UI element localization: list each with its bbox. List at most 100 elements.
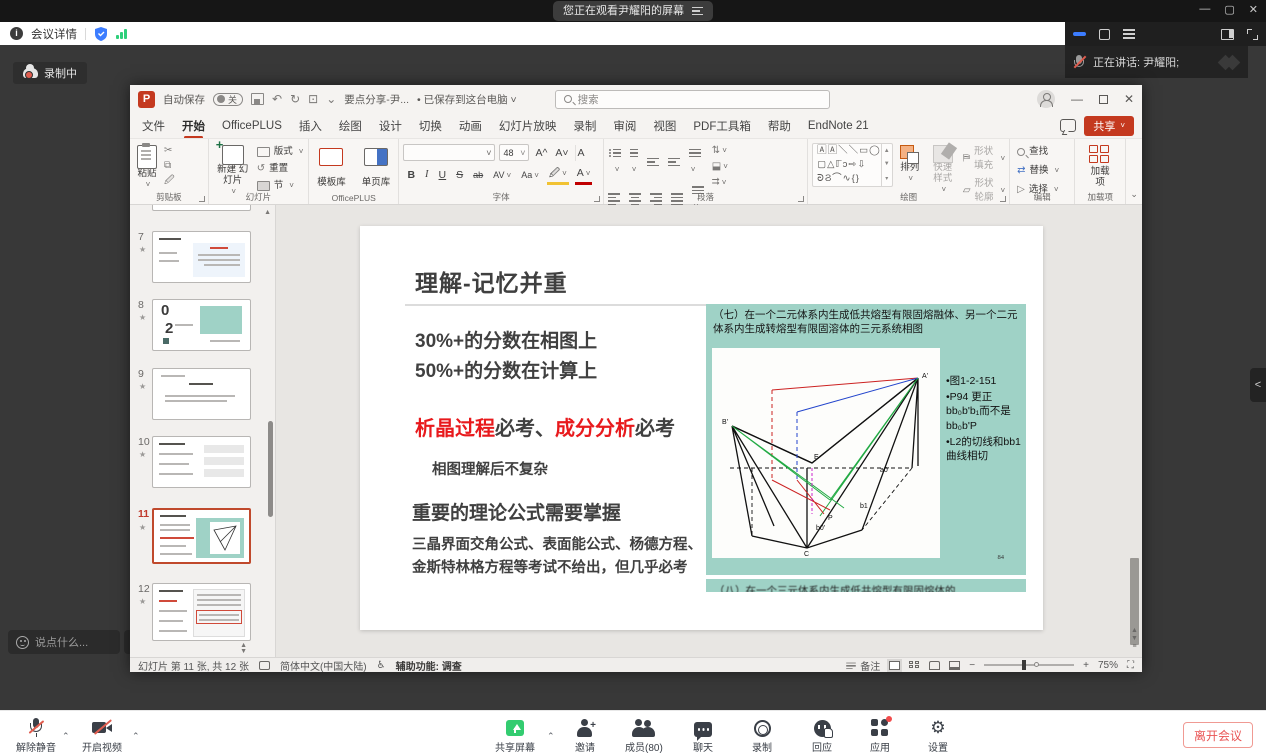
- underline-button[interactable]: U: [437, 167, 449, 183]
- text-direction-icon[interactable]: ⇅: [712, 145, 728, 157]
- chat-button[interactable]: 聊天: [693, 717, 713, 754]
- tab-pdftools[interactable]: PDF工具箱: [693, 118, 751, 134]
- undo-icon[interactable]: ↶: [272, 92, 282, 106]
- minimize-icon[interactable]: —: [1199, 3, 1210, 16]
- drawing-dialog-launcher-icon[interactable]: [1000, 196, 1006, 202]
- slide-12-thumbnail[interactable]: [152, 583, 251, 641]
- arrange-button[interactable]: 排列: [897, 143, 923, 185]
- emoji-icon[interactable]: [16, 636, 29, 649]
- font-dialog-launcher-icon[interactable]: [594, 196, 600, 202]
- watching-screen-pill[interactable]: 您正在观看尹耀阳的屏幕: [553, 1, 713, 21]
- fit-to-window-icon[interactable]: ⛶: [1127, 660, 1134, 671]
- tab-file[interactable]: 文件: [142, 118, 165, 134]
- maximize-icon[interactable]: ▢: [1224, 3, 1234, 16]
- redo-icon[interactable]: ↻: [290, 92, 300, 106]
- active-speaker-panel[interactable]: 正在讲话: 尹耀阳;: [1065, 46, 1248, 78]
- share-screen-button[interactable]: 共享屏幕 ⌃: [495, 717, 535, 754]
- bullets-button[interactable]: [608, 145, 621, 177]
- addins-button[interactable]: 加载项: [1086, 143, 1114, 191]
- clear-formatting-button[interactable]: A: [575, 145, 587, 161]
- bold-button[interactable]: B: [405, 167, 417, 183]
- slide-7-thumbnail[interactable]: [152, 231, 251, 283]
- shapes-scroll-up-icon[interactable]: ▲: [884, 148, 890, 154]
- shape-fill-button[interactable]: ⛿形状填充: [963, 145, 1005, 173]
- layout-icon[interactable]: [1099, 29, 1110, 40]
- members-button[interactable]: 成员(80): [625, 717, 663, 754]
- tab-draw[interactable]: 绘图: [339, 118, 362, 134]
- strikethrough-button[interactable]: S: [454, 167, 465, 183]
- character-spacing-button[interactable]: AV: [491, 167, 513, 184]
- current-slide[interactable]: 理解-记忆并重 30%+的分数在相图上 50%+的分数在计算上 析晶过程必考、成…: [360, 226, 1043, 630]
- cut-icon[interactable]: ✂: [164, 145, 175, 157]
- accessibility-status[interactable]: 辅助功能: 调查: [396, 658, 462, 673]
- accessibility-checker-icon[interactable]: [259, 661, 270, 670]
- zoom-slider[interactable]: [984, 664, 1074, 666]
- document-title[interactable]: 要点分享-尹...: [344, 92, 409, 107]
- clipboard-dialog-launcher-icon[interactable]: [199, 196, 205, 202]
- panel-collapse-tab[interactable]: <: [1250, 368, 1266, 402]
- slideshow-view-icon[interactable]: [949, 661, 960, 670]
- thumb-scroll-up-icon[interactable]: ▲: [264, 209, 271, 216]
- copy-icon[interactable]: ⧉: [164, 160, 175, 172]
- tab-transitions[interactable]: 切换: [419, 118, 442, 134]
- paragraph-dialog-launcher-icon[interactable]: [798, 196, 804, 202]
- start-video-button[interactable]: 开启视频 ⌃: [82, 717, 122, 754]
- tab-insert[interactable]: 插入: [299, 118, 322, 134]
- shapes-more-icon[interactable]: ▾: [885, 175, 888, 182]
- tab-home[interactable]: 开始: [182, 118, 205, 134]
- template-library-button[interactable]: 模板库: [314, 146, 349, 191]
- format-painter-icon[interactable]: 🖉: [164, 175, 175, 187]
- mic-options-caret[interactable]: ⌃: [62, 731, 70, 742]
- replace-button[interactable]: ⇄替换: [1017, 164, 1070, 178]
- menu-icon[interactable]: [692, 7, 703, 15]
- slide-9-thumbnail[interactable]: [152, 368, 251, 420]
- tab-design[interactable]: 设计: [379, 118, 402, 134]
- reset-button[interactable]: ↺重置: [257, 162, 304, 176]
- leave-meeting-button[interactable]: 离开会议: [1183, 722, 1253, 748]
- saved-status[interactable]: • 已保存到这台电脑 ˅: [417, 92, 517, 107]
- slide-11-thumbnail-selected[interactable]: [152, 508, 251, 564]
- reactions-button[interactable]: 回应: [812, 717, 832, 754]
- share-options-caret[interactable]: ⌃: [547, 731, 555, 742]
- tab-review[interactable]: 审阅: [613, 118, 636, 134]
- unmute-button[interactable]: 解除静音 ⌃: [16, 717, 56, 754]
- apps-button[interactable]: 应用: [870, 717, 890, 754]
- tab-slideshow[interactable]: 幻灯片放映: [499, 118, 557, 134]
- quick-styles-button[interactable]: 快速样式: [927, 143, 959, 196]
- slide-sorter-view-icon[interactable]: [909, 661, 920, 670]
- network-signal-icon[interactable]: [116, 28, 127, 39]
- font-name-select[interactable]: ˅: [403, 144, 495, 161]
- slideshow-from-start-icon[interactable]: ⊡: [308, 92, 318, 106]
- autosave-toggle[interactable]: 关: [213, 93, 243, 106]
- tab-record[interactable]: 录制: [573, 118, 596, 134]
- italic-button[interactable]: I: [423, 167, 431, 183]
- strike-ab-button[interactable]: ab: [471, 167, 485, 183]
- thumbnail-scrollbar[interactable]: [268, 421, 273, 517]
- decrease-indent-button[interactable]: [647, 154, 659, 168]
- grow-font-button[interactable]: A^: [533, 145, 549, 161]
- shapes-row-3[interactable]: ᘐϨ⌒∿{}: [817, 172, 881, 186]
- font-color-button[interactable]: A: [575, 165, 593, 185]
- thumb-scroll-arrows[interactable]: ▲▼: [240, 643, 247, 655]
- increase-indent-button[interactable]: [668, 154, 680, 168]
- tab-view[interactable]: 视图: [653, 118, 676, 134]
- shrink-font-button[interactable]: A˅: [553, 145, 570, 161]
- shapes-row-2[interactable]: ▢△ℾↄ⇨⇩: [817, 158, 881, 172]
- shapes-row-1[interactable]: 🄰🄰＼＼▭◯: [817, 144, 881, 158]
- find-button[interactable]: 查找: [1017, 145, 1070, 159]
- ppt-close-icon[interactable]: ✕: [1124, 92, 1134, 106]
- change-case-button[interactable]: Aa: [519, 167, 541, 184]
- camera-options-caret[interactable]: ⌃: [132, 731, 140, 742]
- ppt-restore-icon[interactable]: [1099, 95, 1108, 104]
- settings-button[interactable]: ⚙ 设置: [928, 717, 948, 754]
- shapes-scroll-down-icon[interactable]: ▼: [884, 161, 890, 167]
- tab-help[interactable]: 帮助: [768, 118, 791, 134]
- new-slide-button[interactable]: 新建 幻灯片: [213, 143, 253, 198]
- zoom-slider-thumb[interactable]: [1022, 660, 1026, 670]
- comments-icon[interactable]: [1060, 119, 1076, 132]
- fullscreen-icon[interactable]: [1247, 29, 1258, 40]
- ppt-minimize-icon[interactable]: —: [1071, 92, 1083, 106]
- quick-access-caret-icon[interactable]: ⌄: [326, 92, 336, 106]
- account-avatar[interactable]: [1037, 90, 1055, 108]
- tab-endnote[interactable]: EndNote 21: [808, 120, 869, 132]
